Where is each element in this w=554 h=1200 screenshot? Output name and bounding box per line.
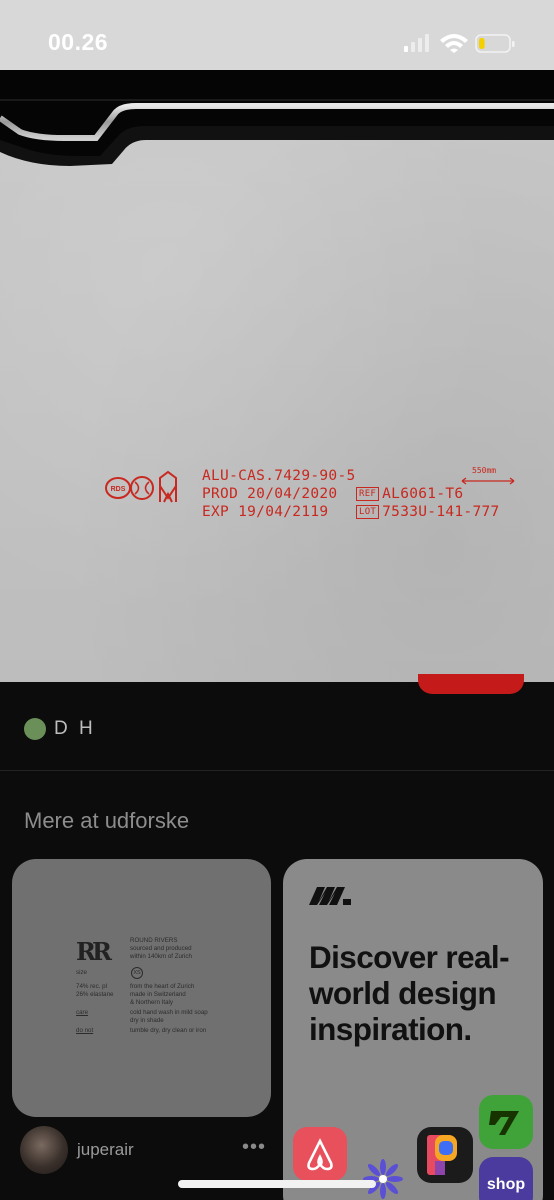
pin-card-label[interactable]: RR ROUND RIVERS sourced and produced wit… [12,859,271,1117]
engraving-line-exp: EXP 19/04/2119 [202,504,329,520]
ref-value: AL6061-T6 [382,486,464,502]
label-origin2: made in Switzerland [130,991,186,998]
card-headline: Discover real-world design inspiration. [309,939,510,1047]
cellular-signal-icon [404,34,429,52]
lot-tag: LOT [356,505,380,519]
flower-icon [363,1159,403,1199]
more-options-icon[interactable]: ••• [242,1136,266,1159]
label-fabric2: 26% elastane [76,991,114,998]
pin-card-mobbin[interactable]: Discover real-world design inspiration. [283,859,543,1200]
wifi-icon [440,34,468,53]
board-name: D H [54,718,96,739]
label-brand-sub1: sourced and produced [130,945,192,952]
mobbin-logo-icon [309,887,351,905]
battery-icon [475,34,515,53]
label-size-value: XS [131,967,143,979]
engraving-ref: REF AL6061-T6 [356,486,463,502]
rds-logo-icon: RDS [105,470,177,503]
label-size: size [76,969,88,976]
label-fabric1: 74% rec. pl [76,983,107,990]
label-donot: do not [76,1027,94,1034]
engraved-label: RDS ALU-CAS.7429-90-5 PROD 20/04/2020 EX… [104,466,524,526]
lot-value: 7533U-141-777 [382,504,500,520]
engraving-line-prod: PROD 20/04/2020 [202,486,338,502]
shop-label: shop [487,1176,525,1193]
label-brand-sub2: within 140km of Zurich [130,953,192,960]
board-avatar [24,718,46,740]
label-brand: ROUND RIVERS [130,937,178,944]
label-donot-value: tumble dry, dry clean or iron [130,1027,207,1034]
round-rivers-logo: RR [76,937,112,966]
wise-icon [479,1095,533,1149]
label-origin1: from the heart of Zurich [130,983,195,990]
label-care1: cold hand wash in mild soap [130,1009,208,1016]
avatar[interactable] [20,1126,68,1174]
scale-arrow-icon [461,477,515,485]
home-indicator[interactable] [178,1180,376,1188]
engraving-lot: LOT 7533U-141-777 [356,504,500,520]
label-care: care [76,1009,89,1016]
board-selector[interactable]: D H [24,716,96,742]
airbnb-icon [293,1127,347,1181]
clothing-label-graphic: RR ROUND RIVERS sourced and produced wit… [76,937,246,1047]
divider [0,770,554,771]
engraving-line-cas: ALU-CAS.7429-90-5 [202,468,356,484]
shop-icon: shop [479,1157,533,1200]
author-name[interactable]: juperair [77,1140,134,1160]
ref-tag: REF [356,487,380,501]
status-time: 00.26 [48,29,109,55]
pinterest-like-icon [417,1127,473,1183]
save-button[interactable] [418,674,524,694]
section-title-explore: Mere at udforske [24,808,190,833]
status-bar: 00.26 [0,0,554,76]
rds-logo-text: RDS [111,486,126,493]
hero-image[interactable]: RDS ALU-CAS.7429-90-5 PROD 20/04/2020 EX… [0,0,554,682]
label-origin3: & Northern Italy [130,999,173,1006]
status-icons [404,34,515,53]
pin-author[interactable]: juperair ••• [20,1126,274,1174]
label-care2: dry in shade [130,1017,164,1024]
